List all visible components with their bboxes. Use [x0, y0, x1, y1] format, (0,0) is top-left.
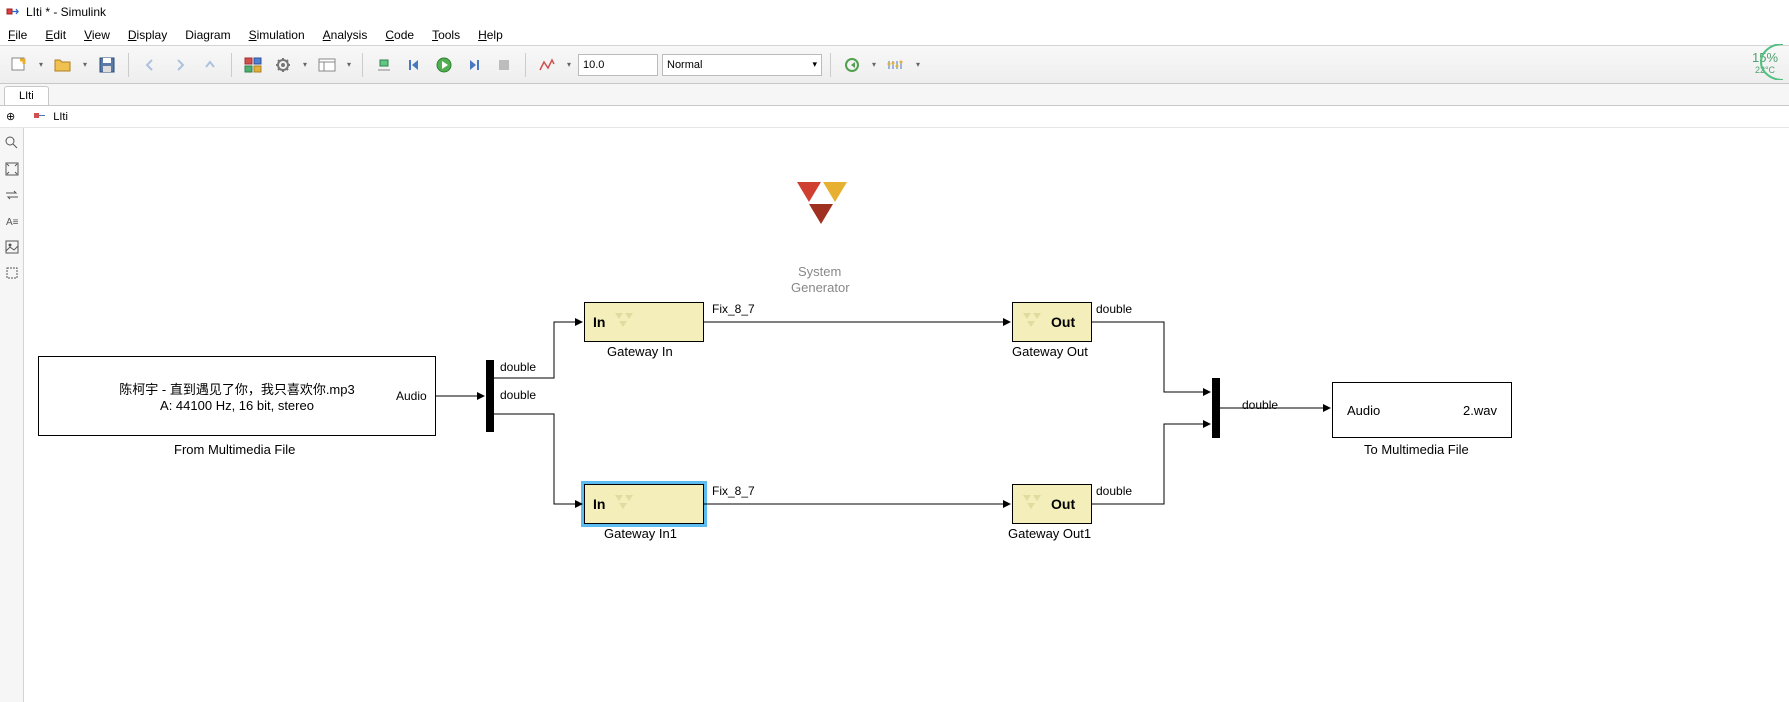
menubar: File Edit View Display Diagram Simulatio…	[0, 24, 1789, 46]
image-tool-icon[interactable]	[3, 238, 21, 256]
weather-widget[interactable]: 15% 22°C	[1737, 44, 1785, 80]
menu-help[interactable]: Help	[478, 28, 503, 42]
mux-block[interactable]	[1212, 378, 1220, 438]
fast-restart-button[interactable]	[839, 52, 865, 78]
menu-simulation[interactable]: Simulation	[249, 28, 305, 42]
menu-display[interactable]: Display	[128, 28, 167, 42]
nav-fwd-button[interactable]	[167, 52, 193, 78]
gw-out-sig: double	[1096, 302, 1132, 316]
svg-text:A≡: A≡	[6, 217, 19, 228]
gateway-in1-block[interactable]: In	[584, 484, 704, 524]
system-generator-block[interactable]	[782, 178, 862, 248]
step-fwd-button[interactable]	[461, 52, 487, 78]
step-back-button[interactable]	[401, 52, 427, 78]
sim-mode-select[interactable]: Normal ▾	[662, 54, 822, 76]
gw-in1-caption: Gateway In1	[604, 526, 677, 541]
gateway-out-block[interactable]: Out	[1012, 302, 1092, 342]
library-browser-button[interactable]	[240, 52, 266, 78]
window-title: LIti * - Simulink	[26, 5, 106, 19]
new-model-button[interactable]	[6, 52, 32, 78]
xilinx-icon	[613, 493, 637, 515]
from-mm-file-line1: 陈柯宇 - 直到遇见了你，我只喜欢你.mp3	[119, 379, 354, 398]
menu-edit[interactable]: Edit	[45, 28, 66, 42]
demux-sig2: double	[500, 388, 536, 402]
new-model-dropdown[interactable]: ▾	[36, 60, 46, 69]
gw-in-caption: Gateway In	[607, 344, 673, 359]
update-diagram-button[interactable]	[371, 52, 397, 78]
xilinx-icon	[1021, 311, 1045, 333]
gateway-in-block[interactable]: In	[584, 302, 704, 342]
menu-file[interactable]: File	[8, 28, 27, 42]
gateway-out1-block[interactable]: Out	[1012, 484, 1092, 524]
gw-out1-caption: Gateway Out1	[1008, 526, 1091, 541]
nav-back-button[interactable]	[137, 52, 163, 78]
to-mm-port-in: Audio	[1347, 403, 1380, 418]
sysgen-line2: Generator	[791, 280, 850, 295]
xilinx-logo-icon	[787, 178, 857, 234]
gw-out-txt: Out	[1051, 314, 1075, 330]
gw-in-sig: Fix_8_7	[712, 302, 755, 316]
fast-restart-dropdown[interactable]: ▾	[869, 60, 879, 69]
model-tab[interactable]: LIti	[4, 86, 49, 105]
to-mm-filename: 2.wav	[1463, 403, 1497, 418]
logic-analyzer-button[interactable]	[883, 52, 909, 78]
from-mm-file-port-out: Audio	[396, 389, 427, 403]
xilinx-icon	[613, 311, 637, 333]
stop-button[interactable]	[491, 52, 517, 78]
gw-out1-sig: double	[1096, 484, 1132, 498]
demux-sig1: double	[500, 360, 536, 374]
breadcrumb-model[interactable]: LIti	[53, 111, 68, 123]
breadcrumb-bar: ⊕ LIti	[0, 106, 1789, 128]
zoom-tool-icon[interactable]	[3, 134, 21, 152]
model-explorer-button[interactable]	[314, 52, 340, 78]
swap-tool-icon[interactable]	[3, 186, 21, 204]
to-mm-file-caption: To Multimedia File	[1364, 442, 1469, 457]
gw-in1-sig: Fix_8_7	[712, 484, 755, 498]
mux-sig: double	[1242, 398, 1278, 412]
nav-up-button[interactable]	[197, 52, 223, 78]
area-tool-icon[interactable]	[3, 264, 21, 282]
titlebar: LIti * - Simulink	[0, 0, 1789, 24]
chevron-down-icon: ▾	[812, 59, 817, 70]
record-dropdown[interactable]: ▾	[564, 60, 574, 69]
save-button[interactable]	[94, 52, 120, 78]
tab-strip: LIti	[0, 84, 1789, 106]
config-dropdown[interactable]: ▾	[300, 60, 310, 69]
menu-diagram[interactable]: Diagram	[185, 28, 230, 42]
simulink-icon	[6, 5, 20, 19]
toolbar: ▾ ▾ ▾ ▾ ▾ Normal	[0, 46, 1789, 84]
demux-block[interactable]	[486, 360, 494, 432]
fit-tool-icon[interactable]	[3, 160, 21, 178]
gw-out-caption: Gateway Out	[1012, 344, 1088, 359]
stop-time-input[interactable]	[578, 54, 658, 76]
model-icon	[33, 110, 47, 124]
from-mm-file-caption: From Multimedia File	[174, 442, 295, 457]
menu-view[interactable]: View	[84, 28, 110, 42]
sim-mode-value: Normal	[667, 59, 702, 71]
open-button[interactable]	[50, 52, 76, 78]
gw-out1-txt: Out	[1051, 496, 1075, 512]
canvas[interactable]: 陈柯宇 - 直到遇见了你，我只喜欢你.mp3 A: 44100 Hz, 16 b…	[24, 128, 1789, 702]
to-multimedia-file-block[interactable]: Audio 2.wav	[1332, 382, 1512, 438]
left-toolbar: A≡	[0, 128, 24, 702]
gw-in1-txt: In	[593, 496, 605, 512]
menu-analysis[interactable]: Analysis	[323, 28, 368, 42]
record-button[interactable]	[534, 52, 560, 78]
menu-code[interactable]: Code	[385, 28, 414, 42]
workspace: A≡ 陈柯宇 - 直到遇见了你，我只喜欢你.mp3 A: 44100 Hz, 1…	[0, 128, 1789, 702]
run-button[interactable]	[431, 52, 457, 78]
sysgen-line1: System	[798, 264, 841, 279]
annotate-tool-icon[interactable]: A≡	[3, 212, 21, 230]
analyzer-dropdown[interactable]: ▾	[913, 60, 923, 69]
gw-in-txt: In	[593, 314, 605, 330]
expand-icon[interactable]: ⊕	[6, 110, 15, 123]
xilinx-icon	[1021, 493, 1045, 515]
menu-tools[interactable]: Tools	[432, 28, 460, 42]
explorer-dropdown[interactable]: ▾	[344, 60, 354, 69]
from-multimedia-file-block[interactable]: 陈柯宇 - 直到遇见了你，我只喜欢你.mp3 A: 44100 Hz, 16 b…	[38, 356, 436, 436]
open-dropdown[interactable]: ▾	[80, 60, 90, 69]
from-mm-file-line2: A: 44100 Hz, 16 bit, stereo	[160, 398, 314, 413]
model-config-button[interactable]	[270, 52, 296, 78]
